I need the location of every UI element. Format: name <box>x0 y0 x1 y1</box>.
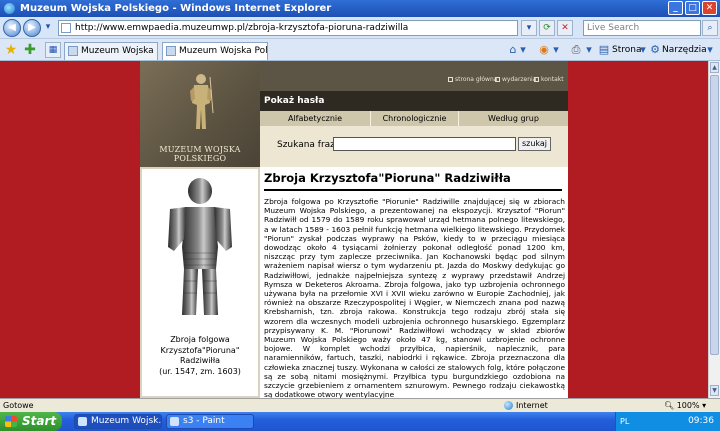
tools-menu-label[interactable]: Narzędzia <box>662 43 707 57</box>
minimize-button[interactable]: _ <box>668 1 683 15</box>
magnifier-icon: 🔍︎ <box>664 401 675 410</box>
logo-text: MUZEUM WOJSKA POLSKIEGO <box>159 145 241 163</box>
status-text: Gotowe <box>3 401 34 410</box>
tools-dropdown-icon[interactable]: ▾ <box>705 42 715 58</box>
taskbar-item-paint[interactable]: s3 - Paint <box>166 414 254 429</box>
filter-bar: Alfabetycznie Chronologicznie Według gru… <box>260 111 568 138</box>
scrollbar-thumb[interactable] <box>710 75 719 355</box>
tab-muzeum-1[interactable]: Muzeum Wojska Po... <box>64 42 158 60</box>
internet-explorer-icon <box>4 3 15 14</box>
system-tray: PL 09:36 <box>615 412 720 431</box>
title-divider <box>264 189 562 191</box>
filter-alphabetical[interactable]: Alfabetycznie <box>260 111 370 126</box>
feeds-dropdown-icon[interactable]: ▾ <box>551 42 561 58</box>
caption-line: Zbroja folgowa <box>170 335 230 344</box>
site-search-button[interactable]: szukaj <box>518 137 551 151</box>
armor-photo <box>168 178 232 315</box>
tab-page-icon <box>68 46 78 56</box>
top-link-label: wydarzenia <box>502 76 537 83</box>
zone-label: Internet <box>516 401 548 410</box>
search-placeholder: Live Search <box>587 23 640 33</box>
scroll-up-icon[interactable]: ▲ <box>710 62 719 73</box>
site-search: Szukana fraza: szukaj <box>260 126 568 167</box>
top-navigation: strona główna wydarzenia kontakt <box>260 61 568 91</box>
feeds-icon[interactable]: ◉ <box>536 42 552 58</box>
window-title-bar: Muzeum Wojska Polskiego - Windows Intern… <box>0 0 720 17</box>
article-body: Zbroja folgowa po Krzysztofie "Piorunie"… <box>264 197 565 398</box>
tab-label: Muzeum Wojska Po... <box>81 46 157 56</box>
events-link-icon <box>495 77 500 82</box>
search-input[interactable]: Live Search <box>583 20 701 36</box>
zoom-level[interactable]: 🔍︎ 100% ▾ <box>664 399 706 412</box>
section-header: Pokaż hasła <box>260 91 568 111</box>
globe-icon <box>504 401 513 410</box>
vertical-scrollbar[interactable]: ▲ ▼ <box>708 61 720 398</box>
favorites-star-icon[interactable]: ★ <box>3 42 19 58</box>
page-icon <box>61 23 71 33</box>
top-link-home[interactable]: strona główna <box>448 76 497 83</box>
home-dropdown-icon[interactable]: ▾ <box>518 42 528 58</box>
web-content: MUZEUM WOJSKA POLSKIEGO strona główna wy… <box>0 61 708 398</box>
stop-icon[interactable]: ✕ <box>557 20 573 36</box>
address-url: http://www.emwpaedia.muzeumwp.pl/zbroja-… <box>75 23 409 33</box>
article: Zbroja Krzysztofa"Pioruna" Radziwiłła Zb… <box>260 167 568 398</box>
maximize-button[interactable]: □ <box>685 1 700 15</box>
tab-page-icon <box>166 46 176 56</box>
forward-button[interactable]: ▶ <box>23 19 41 37</box>
close-button[interactable]: ✕ <box>702 1 717 15</box>
tab-label: Muzeum Wojska Polski... <box>179 46 268 56</box>
paint-task-icon <box>170 417 179 426</box>
tab-muzeum-2[interactable]: Muzeum Wojska Polski... <box>162 42 268 60</box>
site-search-input[interactable] <box>333 137 516 151</box>
address-input[interactable]: http://www.emwpaedia.muzeumwp.pl/zbroja-… <box>58 20 518 36</box>
address-dropdown-icon[interactable]: ▾ <box>521 20 537 36</box>
task-label: Muzeum Wojsk... <box>91 416 162 426</box>
print-dropdown-icon[interactable]: ▾ <box>584 42 594 58</box>
caption-line: Krzysztofa"Pioruna" Radziwiłła <box>160 345 240 366</box>
start-button[interactable]: Start <box>0 412 62 431</box>
address-bar-row: ◀ ▶ ▾ http://www.emwpaedia.muzeumwp.pl/z… <box>0 17 720 39</box>
contact-link-icon <box>534 77 539 82</box>
zoom-label: 100% <box>676 401 700 410</box>
top-link-label: strona główna <box>455 76 498 83</box>
security-zone: Internet <box>504 399 548 412</box>
top-link-events[interactable]: wydarzenia <box>495 76 536 83</box>
windows-logo-icon <box>5 416 17 427</box>
back-button[interactable]: ◀ <box>3 19 21 37</box>
gear-icon[interactable]: ⚙ <box>647 42 663 58</box>
museum-site: MUZEUM WOJSKA POLSKIEGO strona główna wy… <box>140 61 568 398</box>
filter-thematic[interactable]: Według grup tematycznych <box>458 111 568 138</box>
page-menu-icon[interactable]: ▤ <box>596 42 612 58</box>
search-icon[interactable]: ⌕ <box>702 20 718 36</box>
ie-task-icon <box>78 417 87 426</box>
language-indicator[interactable]: PL <box>620 412 629 431</box>
history-dropdown-icon[interactable]: ▾ <box>42 20 54 36</box>
site-logo[interactable]: MUZEUM WOJSKA POLSKIEGO <box>140 61 260 167</box>
quick-tabs-icon[interactable]: ▦ <box>45 42 61 58</box>
filter-chronological[interactable]: Chronologicznie <box>370 111 458 126</box>
scroll-down-icon[interactable]: ▼ <box>710 385 719 396</box>
clock[interactable]: 09:36 <box>688 412 714 431</box>
start-label: Start <box>22 414 57 428</box>
print-icon[interactable]: ⎙ <box>568 42 584 58</box>
knight-logo-icon <box>190 74 214 129</box>
exhibit-image-panel: Zbroja folgowa Krzysztofa"Pioruna" Radzi… <box>140 167 260 398</box>
add-favorite-icon[interactable]: ✚ <box>22 42 38 58</box>
article-title: Zbroja Krzysztofa"Pioruna" Radziwiłła <box>264 171 511 185</box>
window-title: Muzeum Wojska Polskiego - Windows Intern… <box>20 3 332 14</box>
exhibit-caption: Zbroja folgowa Krzysztofa"Pioruna" Radzi… <box>142 335 258 377</box>
status-bar: Gotowe Internet 🔍︎ 100% ▾ <box>0 398 720 412</box>
tab-bar: ★ ✚ ▦ Muzeum Wojska Po... Muzeum Wojska … <box>0 39 720 61</box>
refresh-icon[interactable]: ⟳ <box>539 20 555 36</box>
taskbar-item-ie[interactable]: Muzeum Wojsk... <box>74 414 162 429</box>
home-link-icon <box>448 77 453 82</box>
taskbar: Start Muzeum Wojsk... s3 - Paint PL 09:3… <box>0 412 720 431</box>
task-label: s3 - Paint <box>183 416 225 426</box>
top-link-contact[interactable]: kontakt <box>534 76 564 83</box>
caption-line: (ur. 1547, zm. 1603) <box>159 366 241 376</box>
top-link-label: kontakt <box>541 76 564 83</box>
